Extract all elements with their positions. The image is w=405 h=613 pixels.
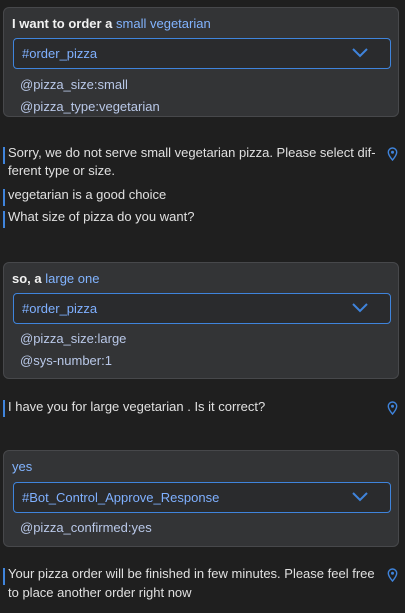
- chevron-down-icon[interactable]: [352, 46, 368, 58]
- intent-value: #order_pizza: [22, 301, 98, 316]
- intent-value: #Bot_Control_Approve_Response: [22, 490, 220, 505]
- bot-message-marker: [3, 400, 5, 417]
- intent-select[interactable]: #order_pizza: [13, 293, 391, 324]
- location-pin-icon[interactable]: [387, 147, 398, 161]
- chevron-down-icon[interactable]: [352, 301, 368, 313]
- bot-message-marker: [3, 568, 5, 585]
- user-turn-card: I want to order a small vegetarian #orde…: [3, 7, 399, 117]
- bot-message-marker: [3, 211, 5, 228]
- location-pin-icon[interactable]: [387, 568, 398, 582]
- intent-select[interactable]: #Bot_Control_Approve_Response: [13, 482, 391, 513]
- chevron-down-icon[interactable]: [352, 490, 368, 502]
- bot-message-text: ferent type or size.: [8, 163, 115, 178]
- bot-message-text: vegetarian is a good choice: [8, 187, 167, 202]
- user-turn-card: so, a large one #order_pizza @pizza_size…: [3, 262, 399, 379]
- entity-tag[interactable]: @pizza_confirmed:yes: [20, 520, 152, 535]
- bot-message-text: I have you for large vegetarian . Is it …: [8, 399, 266, 414]
- entity-tag[interactable]: @pizza_size:large: [20, 331, 126, 346]
- user-utterance: so, a large one: [12, 271, 99, 286]
- user-utterance-text: so, a: [12, 271, 42, 286]
- user-utterance-text: I want to order a: [12, 16, 113, 31]
- bot-message-text: Your pizza order will be finished in few…: [8, 566, 375, 581]
- user-turn-card: yes #Bot_Control_Approve_Response @pizza…: [3, 450, 399, 547]
- intent-value: #order_pizza: [22, 46, 98, 61]
- intent-select[interactable]: #order_pizza: [13, 38, 391, 69]
- conversation-panel: I want to order a small vegetarian #orde…: [0, 0, 405, 613]
- user-utterance-entity-highlight: small vegetarian: [116, 16, 211, 31]
- bot-message-text: What size of pizza do you want?: [8, 209, 195, 224]
- user-utterance: yes: [12, 459, 32, 474]
- user-utterance-entity-highlight: yes: [12, 459, 33, 474]
- entity-tag[interactable]: @pizza_size:small: [20, 77, 128, 92]
- entity-tag[interactable]: @pizza_type:vegetarian: [20, 99, 160, 114]
- bot-message-text: to place another order right now: [8, 585, 192, 600]
- bot-message-marker: [3, 147, 5, 164]
- bot-message-marker: [3, 189, 5, 206]
- bot-message-text: Sorry, we do not serve small vegetarian …: [8, 145, 376, 160]
- entity-tag[interactable]: @sys-number:1: [20, 353, 112, 368]
- location-pin-icon[interactable]: [387, 401, 398, 415]
- user-utterance-entity-highlight: large one: [45, 271, 100, 286]
- user-utterance: I want to order a small vegetarian: [12, 16, 211, 31]
